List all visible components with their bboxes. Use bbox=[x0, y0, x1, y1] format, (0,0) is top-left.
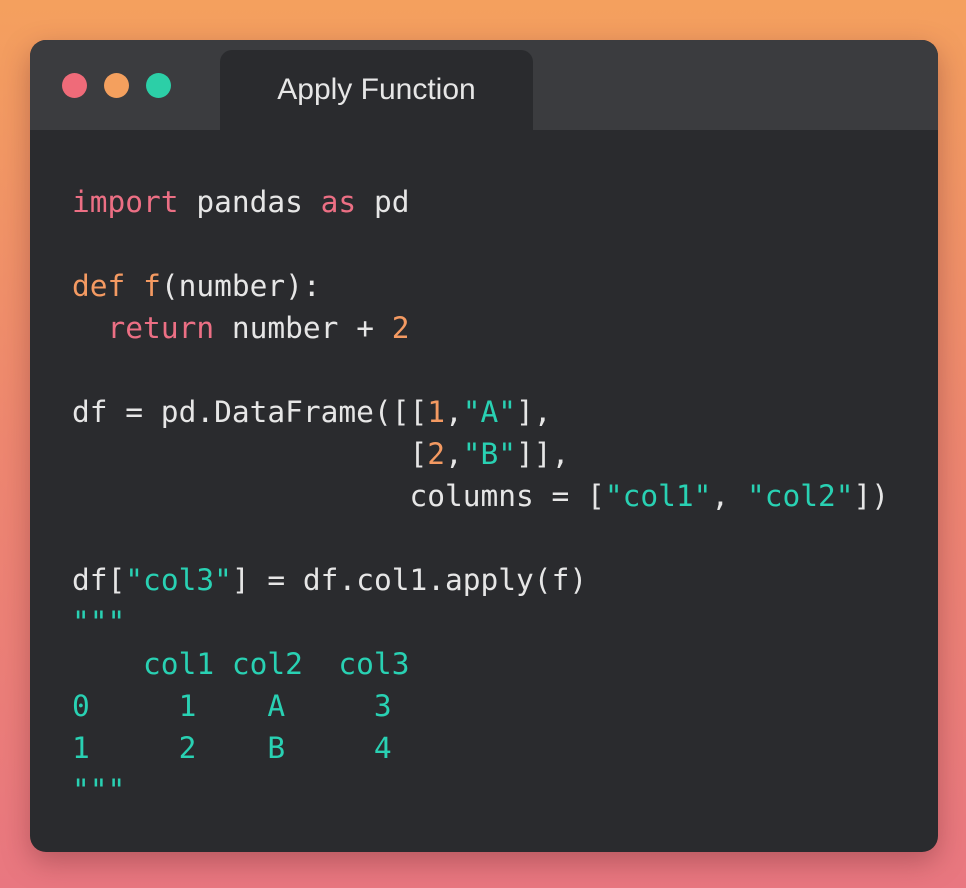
code-line: """ bbox=[72, 601, 889, 643]
code-token: pandas bbox=[178, 185, 321, 219]
code-token: 2 bbox=[391, 311, 410, 345]
tab-apply-function[interactable]: Apply Function bbox=[220, 50, 533, 130]
code-token: , bbox=[444, 395, 463, 429]
code-token: as bbox=[320, 185, 357, 219]
code-token: 2 bbox=[427, 437, 445, 471]
code-token: 0 1 A 3 bbox=[72, 689, 392, 723]
code-token: [ bbox=[72, 437, 428, 471]
title-bar: Apply Function bbox=[30, 40, 938, 130]
code-token: return bbox=[107, 311, 215, 345]
code-window: Apply Function import pandas as pd def f(… bbox=[30, 40, 938, 852]
code-line: df = pd.DataFrame([[1,"A"], bbox=[72, 391, 889, 433]
code-line: df["col3"] = df.col1.apply(f) bbox=[72, 559, 889, 601]
code-token: df = pd.DataFrame([[ bbox=[72, 395, 428, 429]
code-token: df[ bbox=[72, 563, 126, 597]
code-token: "col2" bbox=[746, 479, 854, 513]
code-line: 1 2 B 4 bbox=[72, 727, 889, 769]
code-token: ]], bbox=[516, 437, 570, 471]
code-token: "B" bbox=[462, 437, 517, 471]
code-token: import bbox=[72, 185, 179, 219]
code-token: (number): bbox=[160, 269, 321, 303]
code-line: 0 1 A 3 bbox=[72, 685, 889, 727]
code-line: [2,"B"]], bbox=[72, 433, 889, 475]
code-token: 1 bbox=[427, 395, 445, 429]
code-editor: import pandas as pd def f(number): return… bbox=[72, 181, 889, 811]
code-line: columns = ["col1", "col2"]) bbox=[72, 475, 889, 517]
code-token: f bbox=[143, 269, 161, 303]
code-line: import pandas as pd bbox=[72, 181, 889, 223]
code-token: number + bbox=[214, 311, 392, 345]
code-line: col1 col2 col3 bbox=[72, 643, 889, 685]
code-token: , bbox=[444, 437, 463, 471]
code-token: 1 2 B 4 bbox=[72, 731, 392, 765]
code-token: "col3" bbox=[125, 563, 232, 597]
close-window-button[interactable] bbox=[62, 73, 87, 98]
code-line: def f(number): bbox=[72, 265, 889, 307]
code-token: pd bbox=[356, 185, 410, 219]
code-token: def bbox=[72, 269, 126, 303]
minimize-window-button[interactable] bbox=[104, 73, 129, 98]
code-line: """ bbox=[72, 769, 889, 811]
code-token: """ bbox=[72, 605, 126, 639]
maximize-window-button[interactable] bbox=[146, 73, 171, 98]
code-token: ]) bbox=[853, 479, 890, 513]
code-token: ], bbox=[516, 395, 552, 429]
code-token: ] = df.col1.apply(f) bbox=[231, 563, 588, 597]
code-line: return number + 2 bbox=[72, 307, 889, 349]
code-token: "col1" bbox=[604, 479, 712, 513]
code-token: col1 col2 col3 bbox=[72, 647, 410, 681]
code-token: """ bbox=[72, 773, 126, 807]
code-token: "A" bbox=[462, 395, 517, 429]
code-token: , bbox=[711, 479, 747, 513]
code-token: columns = [ bbox=[72, 479, 605, 513]
tab-title: Apply Function bbox=[277, 73, 476, 106]
